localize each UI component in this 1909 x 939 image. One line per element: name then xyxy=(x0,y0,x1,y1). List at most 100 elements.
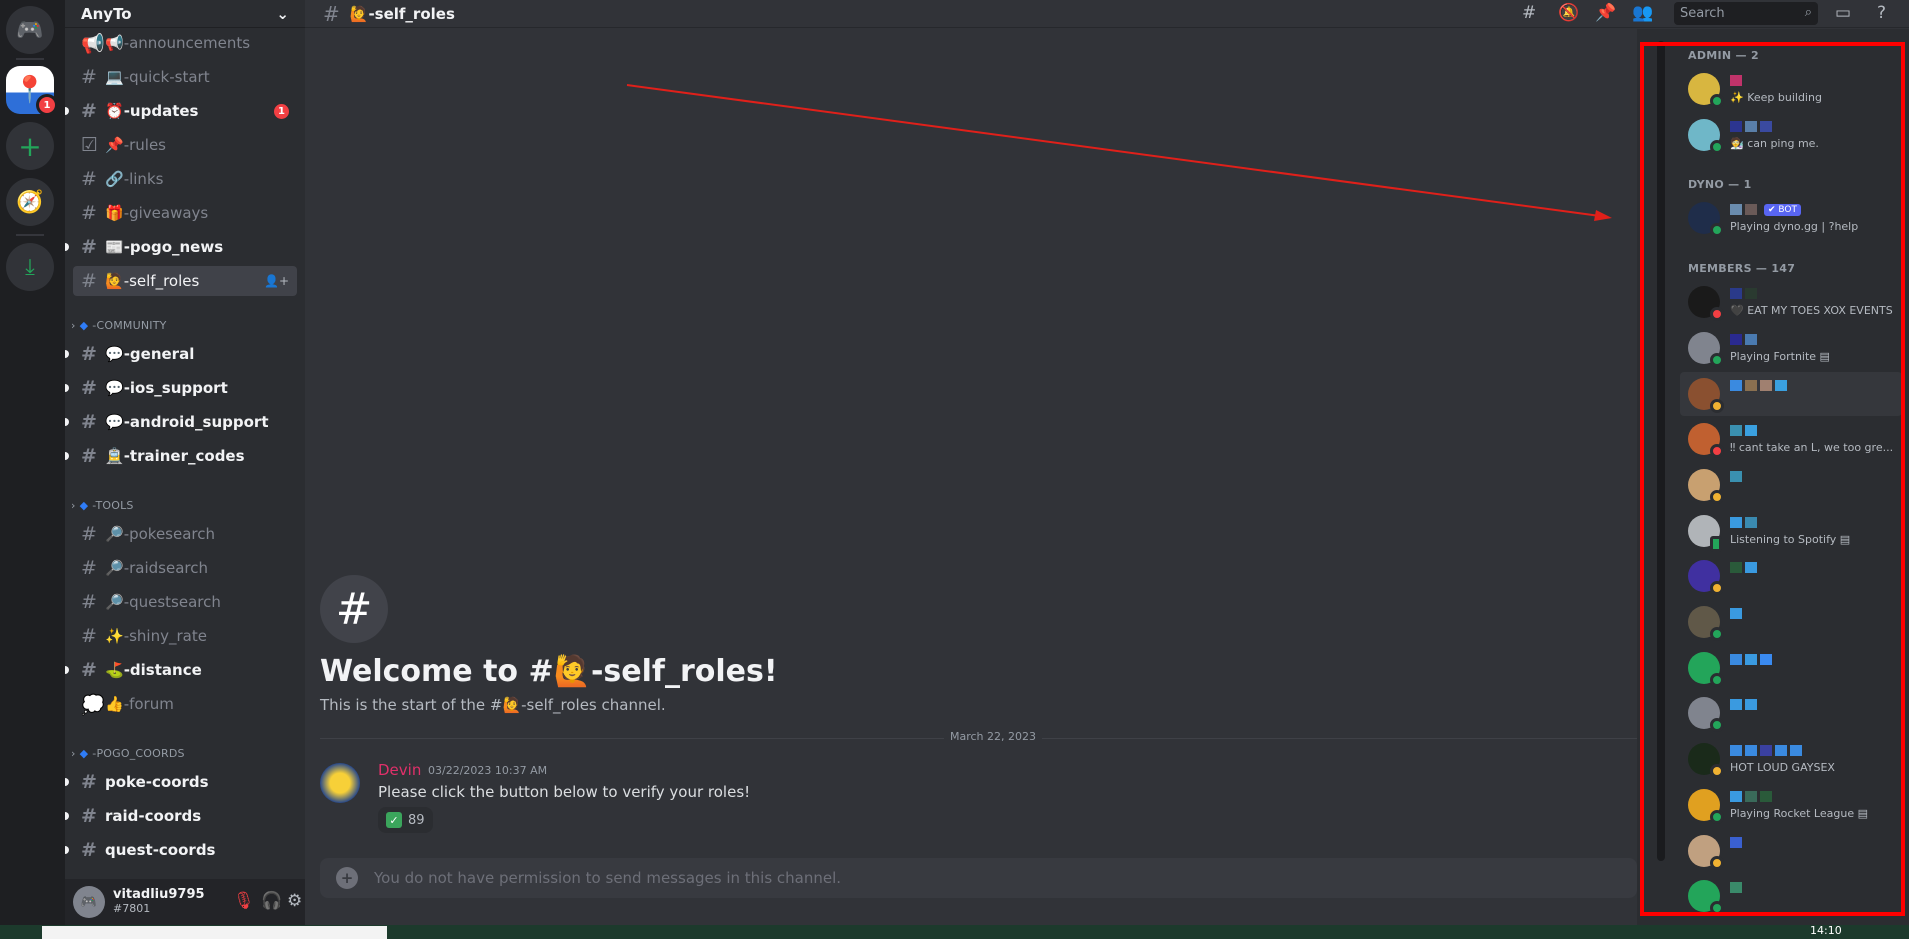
channel-name: -announcements xyxy=(123,34,251,52)
channel-item[interactable]: # 🚊 -trainer_codes xyxy=(65,441,297,471)
channel-name: -quick-start xyxy=(123,68,210,86)
category-header[interactable]: › ◆ -TOOLS xyxy=(71,499,134,512)
mic-muted-icon[interactable]: 🎙 xyxy=(233,891,255,911)
chevron-down-icon: ⌄ xyxy=(276,4,289,23)
server-rail: 🎮 📍 1 + 🧭 ⤓ xyxy=(0,0,65,925)
channel-emoji: 📰 xyxy=(105,238,124,256)
channel-name: -questsearch xyxy=(123,593,221,611)
channel-name: -giveaways xyxy=(123,204,209,222)
channel-name: poke-coords xyxy=(105,773,209,791)
channel-item[interactable]: # 💬 -general xyxy=(65,339,297,369)
discord-home-icon[interactable]: 🎮 xyxy=(6,6,54,54)
channel-type-icon: # xyxy=(81,557,97,579)
channel-item[interactable]: # 💬 -android_support xyxy=(65,407,297,437)
channel-name: -self_roles xyxy=(123,272,200,290)
channel-name: -links xyxy=(123,170,164,188)
category-name: -COMMUNITY xyxy=(92,319,167,332)
channel-item[interactable]: ☑ 📌 -rules xyxy=(73,130,297,160)
channel-item[interactable]: 📢 📢 -announcements xyxy=(73,28,297,58)
channel-item[interactable]: 💭 👍 -forum xyxy=(73,689,297,719)
channel-emoji: 🚊 xyxy=(105,447,124,465)
unread-indicator xyxy=(65,384,69,392)
server-anyto-icon[interactable]: 📍 1 xyxy=(6,66,58,116)
channel-item[interactable]: # ⛳ -distance xyxy=(65,655,297,685)
headphones-icon[interactable]: 🎧 xyxy=(261,891,282,911)
plus-icon[interactable]: + xyxy=(6,122,54,170)
channel-name: -distance xyxy=(123,661,202,679)
channel-emoji: 🔎 xyxy=(105,593,124,611)
channel-item[interactable]: # 🙋 -self_roles 👤+ xyxy=(73,266,297,296)
chevron-icon: › xyxy=(71,319,76,332)
channel-emoji: 💬 xyxy=(105,379,124,397)
channel-sidebar: AnyTo ⌄ 📢 📢 -announcements # 💻 -quick-start # ⏰ -… xyxy=(65,0,305,925)
channel-emoji: 💬 xyxy=(105,345,124,363)
channel-item[interactable]: # 💬 -ios_support xyxy=(65,373,297,403)
unread-indicator xyxy=(65,778,69,786)
diamond-icon: ◆ xyxy=(79,747,89,760)
inbox-icon[interactable]: ▭ xyxy=(1835,3,1851,23)
channel-name: -pogo_news xyxy=(123,238,224,256)
channel-item[interactable]: # ⏰ -updates 1 xyxy=(65,96,297,126)
channel-emoji: ⏰ xyxy=(105,102,124,120)
channel-emoji: 🙋 xyxy=(105,272,124,290)
channel-type-icon: # xyxy=(81,805,97,827)
compass-icon[interactable]: 🧭 xyxy=(6,178,54,226)
channel-item[interactable]: # 📰 -pogo_news xyxy=(65,232,297,262)
pin-icon[interactable]: 📌 xyxy=(1595,3,1616,23)
channel-item[interactable]: # 🔗 -links xyxy=(73,164,297,194)
help-icon[interactable]: ? xyxy=(1877,3,1886,23)
channel-emoji: 💬 xyxy=(105,413,124,431)
message-text: Please click the button below to verify … xyxy=(378,783,751,801)
taskbar-search[interactable] xyxy=(42,926,387,939)
channel-item[interactable]: # 🔎 -questsearch xyxy=(73,587,297,617)
threads-icon[interactable]: # xyxy=(1522,3,1536,23)
chat-area: # Welcome to #🙋-self_roles! This is the … xyxy=(305,29,1637,925)
channel-item[interactable]: # raid-coords xyxy=(65,801,297,831)
channel-header: # 🙋-self_roles # 🔕 📌 👥 Search ⌕ ▭ ? xyxy=(305,0,1909,28)
channel-emoji: ⛳ xyxy=(105,661,124,679)
channel-item[interactable]: # quest-coords xyxy=(65,835,297,865)
message-author[interactable]: Devin xyxy=(378,761,421,779)
search-input[interactable]: Search ⌕ xyxy=(1674,2,1818,25)
channel-name: -shiny_rate xyxy=(123,627,207,645)
message-avatar[interactable] xyxy=(320,763,360,803)
mention-badge: 1 xyxy=(274,103,289,119)
unread-indicator xyxy=(65,418,69,426)
channel-emoji: 🔎 xyxy=(105,559,124,577)
channel-type-icon: # xyxy=(81,625,97,647)
channel-item[interactable]: # ✨ -shiny_rate xyxy=(73,621,297,651)
channel-name: quest-coords xyxy=(105,841,216,859)
download-icon[interactable]: ⤓ xyxy=(6,243,54,291)
user-panel: 🎮 vitadliu9795 #7801 🎙 🎧 ⚙ xyxy=(65,879,305,925)
category-header[interactable]: › ◆ -POGO_COORDS xyxy=(71,747,185,760)
unread-indicator xyxy=(65,666,69,674)
channel-type-icon: # xyxy=(81,270,97,292)
avatar[interactable]: 🎮 xyxy=(73,886,105,918)
message-timestamp: 03/22/2023 10:37 AM xyxy=(428,764,548,777)
channel-type-icon: # xyxy=(81,771,97,793)
channel-item[interactable]: # 🔎 -raidsearch xyxy=(73,553,297,583)
category-header[interactable]: › ◆ -COMMUNITY xyxy=(71,319,167,332)
channel-name: -android_support xyxy=(123,413,269,431)
message-input[interactable]: + You do not have permission to send mess… xyxy=(320,858,1637,898)
channel-emoji: 👍 xyxy=(105,695,124,713)
channel-item[interactable]: # 🔎 -pokesearch xyxy=(73,519,297,549)
channel-type-icon: # xyxy=(81,202,97,224)
channel-item[interactable]: # poke-coords xyxy=(65,767,297,797)
plus-icon[interactable]: + xyxy=(336,867,358,889)
gear-icon[interactable]: ⚙ xyxy=(287,891,302,911)
clock: 14:10 xyxy=(1810,924,1842,937)
divider xyxy=(16,234,44,236)
invite-icon[interactable]: 👤+ xyxy=(264,274,289,288)
server-header[interactable]: AnyTo ⌄ xyxy=(65,0,305,28)
reaction-button[interactable]: ✓ 89 xyxy=(378,807,433,833)
welcome-subtitle: This is the start of the #🙋-self_roles c… xyxy=(320,696,666,714)
search-icon: ⌕ xyxy=(1804,5,1812,20)
welcome-heading: Welcome to #🙋-self_roles! xyxy=(320,654,778,689)
user-tag: #7801 xyxy=(113,902,151,915)
hash-icon: # xyxy=(323,1,340,26)
channel-item[interactable]: # 🎁 -giveaways xyxy=(73,198,297,228)
bell-muted-icon[interactable]: 🔕 xyxy=(1558,3,1579,23)
members-icon[interactable]: 👥 xyxy=(1632,3,1653,23)
channel-item[interactable]: # 💻 -quick-start xyxy=(73,62,297,92)
